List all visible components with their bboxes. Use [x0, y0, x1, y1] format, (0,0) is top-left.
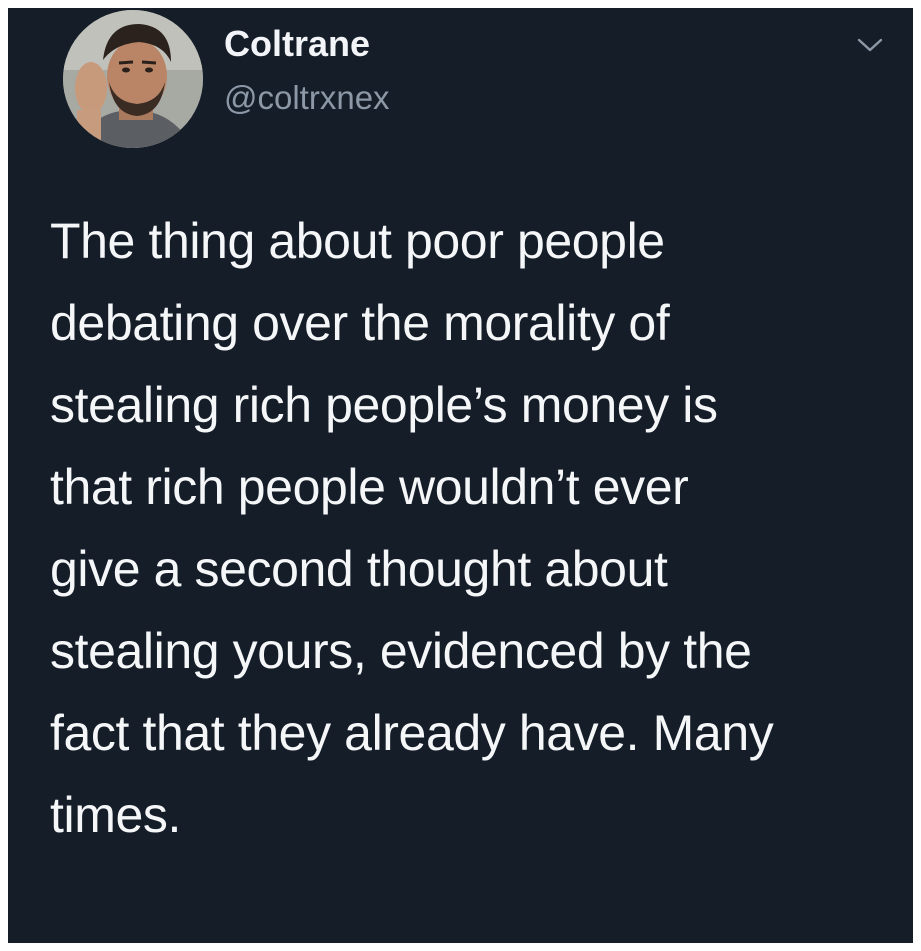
tweet-text-line: The thing about poor people [50, 213, 665, 269]
avatar[interactable] [63, 10, 203, 148]
tweet-text-line: that rich people wouldn’t ever [50, 459, 689, 515]
tweet-card: Coltrane @coltrxnex The thing about poor… [8, 8, 913, 943]
avatar-photo [63, 10, 203, 148]
display-name[interactable]: Coltrane [224, 22, 370, 66]
user-handle[interactable]: @coltrxnex [224, 78, 390, 118]
tweet-text-line: stealing rich people’s money is [50, 377, 718, 433]
tweet-text-line: times. [50, 787, 181, 843]
tweet-text: The thing about poor people debating ove… [50, 200, 900, 856]
tweet-text-line: debating over the morality of [50, 295, 670, 351]
tweet-text-line: fact that they already have. Many [50, 705, 774, 761]
tweet-text-line: stealing yours, evidenced by the [50, 623, 752, 679]
chevron-down-icon[interactable] [853, 32, 887, 58]
tweet-text-line: give a second thought about [50, 541, 668, 597]
